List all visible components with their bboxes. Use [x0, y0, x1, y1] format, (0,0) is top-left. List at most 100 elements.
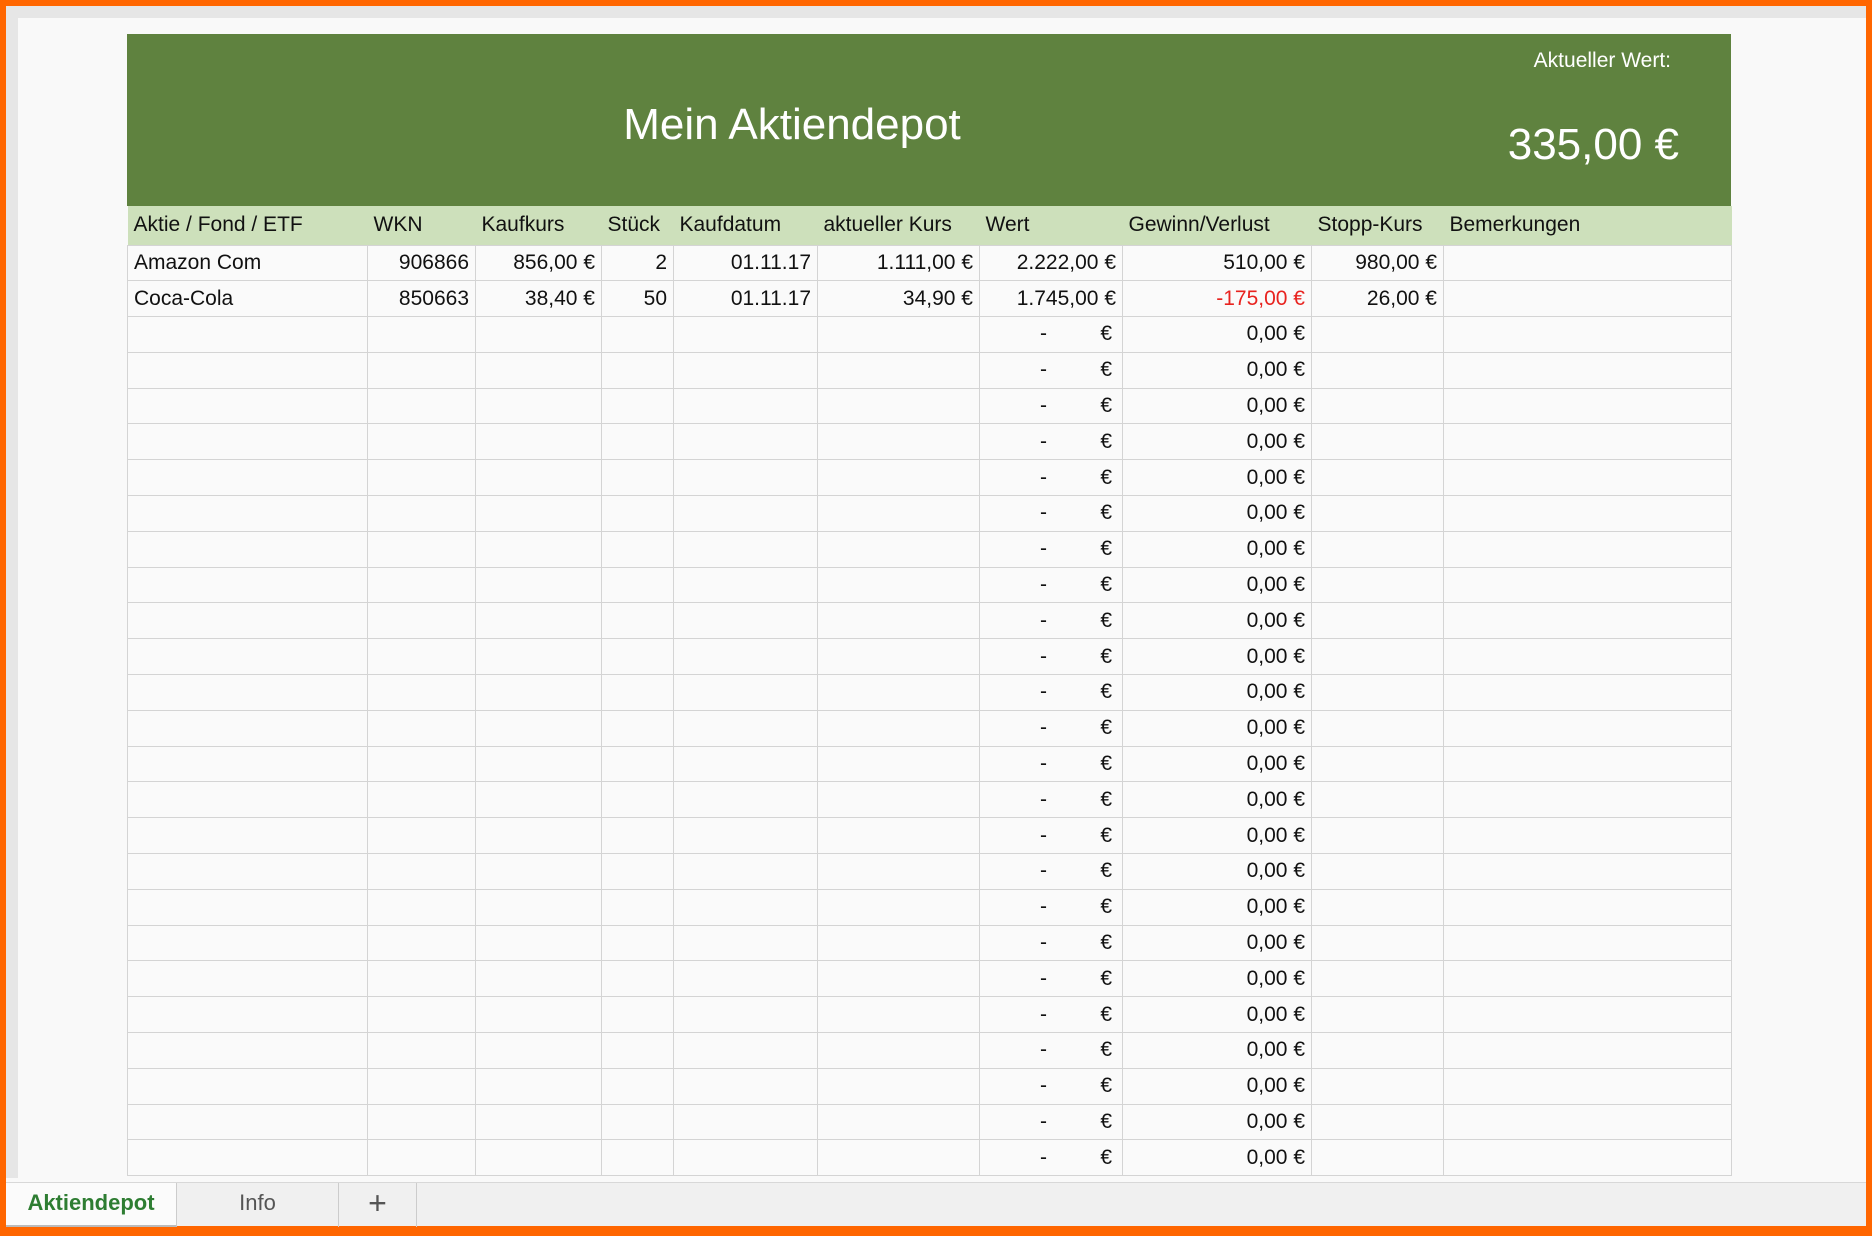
cell[interactable]: - € [979, 924, 1123, 962]
cell[interactable] [673, 495, 818, 532]
cell[interactable]: 0,00 € [1122, 1139, 1312, 1177]
cell[interactable] [1311, 781, 1444, 819]
cell[interactable] [673, 316, 818, 353]
cell[interactable] [127, 960, 368, 998]
cell[interactable]: 0,00 € [1122, 602, 1312, 640]
cell[interactable] [367, 351, 476, 389]
cell[interactable] [817, 316, 980, 353]
cell[interactable]: 906866 [367, 244, 476, 282]
cell[interactable] [127, 1103, 368, 1141]
cell[interactable] [673, 351, 818, 389]
cell[interactable] [817, 1032, 980, 1069]
cell[interactable]: - € [979, 638, 1123, 676]
cell[interactable]: 0,00 € [1122, 745, 1312, 783]
cell[interactable] [601, 960, 674, 998]
cell[interactable] [1443, 674, 1732, 711]
cell[interactable] [1311, 459, 1444, 497]
cell[interactable]: - € [979, 888, 1123, 926]
cell[interactable] [475, 602, 602, 640]
cell[interactable]: 0,00 € [1122, 530, 1312, 568]
cell[interactable] [127, 495, 368, 532]
cell[interactable] [817, 709, 980, 747]
cell[interactable]: - € [979, 781, 1123, 819]
cell[interactable]: 0,00 € [1122, 351, 1312, 389]
cell[interactable]: 01.11.17 [673, 280, 818, 318]
cell[interactable] [673, 853, 818, 890]
cell[interactable] [601, 817, 674, 855]
cell[interactable] [1443, 888, 1732, 926]
column-header[interactable]: aktueller Kurs [817, 206, 980, 245]
cell[interactable] [1311, 924, 1444, 962]
column-header[interactable]: Kaufdatum [673, 206, 818, 245]
cell[interactable] [475, 566, 602, 604]
cell[interactable] [673, 1032, 818, 1069]
cell[interactable]: 38,40 € [475, 280, 602, 318]
cell[interactable] [1311, 674, 1444, 711]
cell[interactable] [475, 1067, 602, 1105]
cell[interactable] [1311, 1032, 1444, 1069]
cell[interactable] [601, 853, 674, 890]
cell[interactable] [367, 423, 476, 461]
cell[interactable] [1311, 387, 1444, 425]
cell[interactable] [1443, 1032, 1732, 1069]
cell[interactable] [1311, 602, 1444, 640]
cell[interactable]: - € [979, 459, 1123, 497]
cell[interactable] [817, 853, 980, 890]
cell[interactable] [127, 316, 368, 353]
cell[interactable]: 0,00 € [1122, 1103, 1312, 1141]
cell[interactable] [601, 316, 674, 353]
cell[interactable] [367, 817, 476, 855]
cell[interactable] [817, 745, 980, 783]
cell[interactable] [817, 459, 980, 497]
cell[interactable]: 980,00 € [1311, 244, 1444, 282]
cell[interactable] [817, 1067, 980, 1105]
cell[interactable] [127, 924, 368, 962]
cell[interactable] [1443, 459, 1732, 497]
cell[interactable]: - € [979, 351, 1123, 389]
cell[interactable] [673, 459, 818, 497]
cell[interactable] [673, 924, 818, 962]
cell[interactable]: - € [979, 1139, 1123, 1177]
cell[interactable] [673, 387, 818, 425]
cell[interactable] [601, 387, 674, 425]
column-header[interactable]: Wert [979, 206, 1123, 245]
cell[interactable] [1443, 280, 1732, 318]
cell[interactable]: - € [979, 709, 1123, 747]
cell[interactable] [673, 1103, 818, 1141]
cell[interactable] [367, 387, 476, 425]
cell[interactable]: 1.111,00 € [817, 244, 980, 282]
cell[interactable]: - € [979, 853, 1123, 890]
cell[interactable]: 0,00 € [1122, 709, 1312, 747]
cell[interactable] [1443, 638, 1732, 676]
cell[interactable] [367, 316, 476, 353]
cell[interactable] [673, 817, 818, 855]
cell[interactable] [127, 781, 368, 819]
cell[interactable]: - € [979, 1103, 1123, 1141]
cell[interactable]: 0,00 € [1122, 960, 1312, 998]
cell[interactable]: 0,00 € [1122, 1032, 1312, 1069]
cell[interactable] [1311, 423, 1444, 461]
cell[interactable]: 0,00 € [1122, 638, 1312, 676]
cell[interactable] [601, 602, 674, 640]
cell[interactable] [475, 853, 602, 890]
cell[interactable] [1443, 817, 1732, 855]
cell[interactable] [601, 423, 674, 461]
cell[interactable]: 0,00 € [1122, 316, 1312, 353]
cell[interactable]: 0,00 € [1122, 495, 1312, 532]
cell[interactable]: 850663 [367, 280, 476, 318]
cell[interactable] [127, 1067, 368, 1105]
cell[interactable]: 2.222,00 € [979, 244, 1123, 282]
cell[interactable]: 0,00 € [1122, 387, 1312, 425]
cell[interactable] [475, 351, 602, 389]
cell[interactable] [1443, 423, 1732, 461]
cell[interactable] [601, 530, 674, 568]
cell[interactable] [817, 996, 980, 1034]
cell[interactable]: 0,00 € [1122, 566, 1312, 604]
cell[interactable] [673, 1139, 818, 1177]
cell[interactable] [1311, 960, 1444, 998]
cell[interactable] [817, 638, 980, 676]
cell[interactable] [673, 781, 818, 819]
cell[interactable] [817, 1103, 980, 1141]
cell[interactable]: Amazon Com [127, 244, 368, 282]
cell[interactable] [475, 638, 602, 676]
